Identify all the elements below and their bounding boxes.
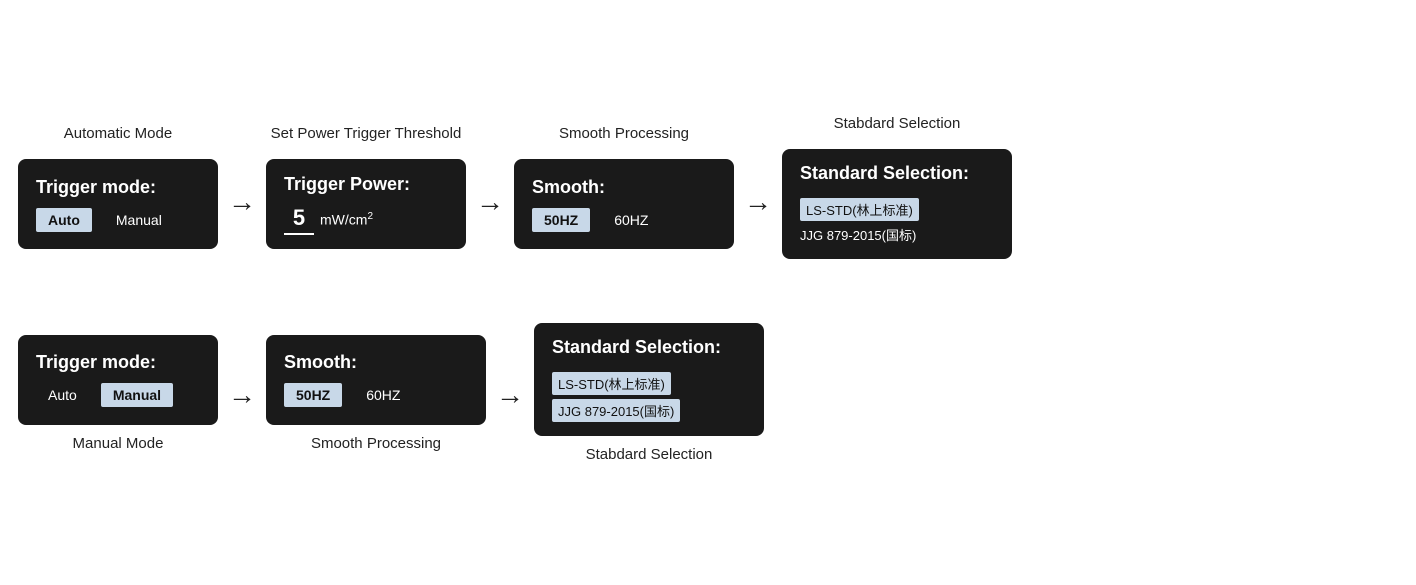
standard-selected-2: LS-STD(林上标准) [552,372,671,395]
arrow-2: → [466,186,514,218]
smooth-title-1: Smooth: [532,177,716,198]
smooth-col-1: Smooth Processing Smooth: 50HZ 60HZ [514,125,734,249]
standard-unselected-1: JJG 879-2015(国标) [800,226,916,245]
standard-col-2: Standard Selection: LS-STD(林上标准) JJG 879… [534,289,764,470]
smooth-content-1: 50HZ 60HZ [532,208,716,232]
standard-selected-1: LS-STD(林上标准) [800,198,919,221]
manual-button-selected[interactable]: Manual [101,383,173,407]
standard-col-1: Stabdard Selection Standard Selection: L… [782,115,1012,259]
manual-trigger-content: Auto Manual [36,383,200,407]
manual-button-unselected[interactable]: Manual [104,208,174,232]
power-value[interactable]: 5 [284,205,314,235]
power-trigger-col: Set Power Trigger Threshold Trigger Powe… [266,125,466,249]
smooth-60hz-unselected-2[interactable]: 60HZ [354,383,412,407]
power-trigger-label: Set Power Trigger Threshold [271,125,462,149]
arrow-icon-2: → [476,186,504,218]
standard-selected-2b: JJG 879-2015(国标) [552,399,680,422]
smooth-bottom-label-2: Smooth Processing [311,435,441,459]
standard-option-2-1[interactable]: JJG 879-2015(国标) [552,399,746,422]
manual-trigger-box: Trigger mode: Auto Manual [18,335,218,425]
automatic-trigger-box: Trigger mode: Auto Manual [18,159,218,249]
smooth-box-2: Smooth: 50HZ 60HZ [266,335,486,425]
auto-trigger-content: Auto Manual [36,208,200,232]
manual-mode-bottom-label: Manual Mode [73,435,164,459]
manual-mode-col: Trigger mode: Auto Manual Manual Mode [18,301,218,459]
standard-options-2: LS-STD(林上标准) JJG 879-2015(国标) [552,372,746,422]
standard-title-2: Standard Selection: [552,337,746,358]
standard-title-1: Standard Selection: [800,163,994,184]
automatic-row: Automatic Mode Trigger mode: Auto Manual… [18,115,1398,259]
arrow-icon-1: → [228,186,256,218]
standard-option-1-1[interactable]: JJG 879-2015(国标) [800,225,994,245]
smooth-content-2: 50HZ 60HZ [284,383,468,407]
standard-label-1: Stabdard Selection [834,115,961,139]
smooth-50hz-selected-2[interactable]: 50HZ [284,383,342,407]
arrow-icon-4: → [228,379,256,411]
standard-option-2-0[interactable]: LS-STD(林上标准) [552,372,746,395]
standard-box-2: Standard Selection: LS-STD(林上标准) JJG 879… [534,323,764,436]
power-trigger-title: Trigger Power: [284,174,448,195]
auto-button-selected[interactable]: Auto [36,208,92,232]
power-unit: mW/cm2 [320,211,373,228]
arrow-5: → [486,379,534,411]
main-container: Automatic Mode Trigger mode: Auto Manual… [18,115,1398,470]
manual-trigger-title: Trigger mode: [36,352,200,373]
automatic-mode-label: Automatic Mode [64,125,172,149]
standard-options-1: LS-STD(林上标准) JJG 879-2015(国标) [800,198,994,245]
automatic-mode-col: Automatic Mode Trigger mode: Auto Manual [18,125,218,249]
smooth-60hz-unselected[interactable]: 60HZ [602,208,660,232]
arrow-icon-3: → [744,186,772,218]
standard-bottom-label-2: Stabdard Selection [586,446,713,470]
power-trigger-content: 5 mW/cm2 [284,205,448,235]
smooth-box-1: Smooth: 50HZ 60HZ [514,159,734,249]
arrow-3: → [734,186,782,218]
standard-option-1-0[interactable]: LS-STD(林上标准) [800,198,994,221]
power-trigger-box: Trigger Power: 5 mW/cm2 [266,159,466,249]
smooth-50hz-selected[interactable]: 50HZ [532,208,590,232]
smooth-label-1: Smooth Processing [559,125,689,149]
smooth-title-2: Smooth: [284,352,468,373]
standard-box-1: Standard Selection: LS-STD(林上标准) JJG 879… [782,149,1012,259]
smooth-col-2: Smooth: 50HZ 60HZ Smooth Processing [266,301,486,459]
arrow-icon-5: → [496,379,524,411]
arrow-4: → [218,379,266,411]
arrow-1: → [218,186,266,218]
manual-row: Trigger mode: Auto Manual Manual Mode → … [18,289,1398,470]
auto-button-unselected-manual[interactable]: Auto [36,383,89,407]
auto-trigger-title: Trigger mode: [36,177,200,198]
